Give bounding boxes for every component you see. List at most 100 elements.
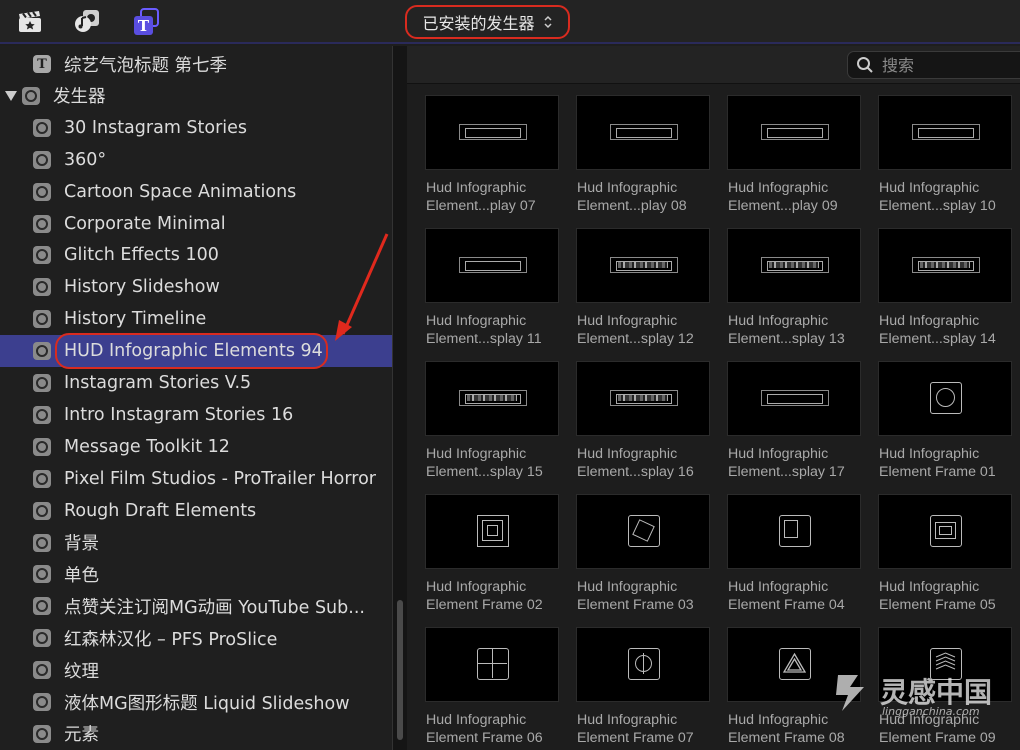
- generator-tile[interactable]: Hud Infographic Element Frame 04: [727, 494, 861, 620]
- generator-tile[interactable]: Hud Infographic Element...play 07: [425, 95, 559, 221]
- sidebar-item-label: 点赞关注订阅MG动画 YouTube Sub...: [64, 597, 365, 618]
- music-photo-icon[interactable]: [74, 8, 102, 36]
- generator-tile[interactable]: Hud Infographic Element...splay 13: [727, 228, 861, 354]
- sidebar-item[interactable]: Pixel Film Studios - ProTrailer Horror: [0, 463, 392, 495]
- tile-title-line2: Element Frame 09: [879, 730, 996, 746]
- sidebar-item[interactable]: Instagram Stories V.5: [0, 367, 392, 399]
- sidebar-scrollbar[interactable]: [397, 600, 403, 740]
- generator-thumbnail[interactable]: [878, 228, 1012, 303]
- clapper-icon[interactable]: [16, 8, 44, 36]
- tile-title-line2: Element...play 07: [426, 198, 536, 214]
- generator-icon: [33, 342, 51, 361]
- tile-title-line2: Element Frame 07: [577, 730, 694, 746]
- generator-tile[interactable]: Hud Infographic Element Frame 06: [425, 627, 559, 750]
- titles-generators-icon[interactable]: T: [132, 8, 160, 36]
- generator-tile[interactable]: Hud Infographic Element...splay 16: [576, 361, 710, 487]
- sidebar-item[interactable]: Message Toolkit 12: [0, 431, 392, 463]
- sidebar-item[interactable]: 发生器: [0, 80, 392, 112]
- generator-icon: [33, 629, 51, 648]
- sidebar-item[interactable]: 元素: [0, 718, 392, 750]
- generator-tile[interactable]: Hud Infographic Element Frame 07: [576, 627, 710, 750]
- tile-title-line1: Hud Infographic: [426, 313, 527, 329]
- sidebar-item[interactable]: 点赞关注订阅MG动画 YouTube Sub...: [0, 590, 392, 622]
- browser-grid: Hud InfographicElement...play 07Hud Info…: [407, 46, 1020, 750]
- generator-icon: [33, 437, 51, 456]
- generator-tile[interactable]: Hud Infographic Element...splay 11: [425, 228, 559, 354]
- sidebar-item[interactable]: Rough Draft Elements: [0, 495, 392, 527]
- generator-thumbnail[interactable]: [576, 627, 710, 702]
- library-selector-dropdown[interactable]: 已安装的发生器: [405, 5, 570, 39]
- generator-tile[interactable]: Hud Infographic Element Frame 02: [425, 494, 559, 620]
- tile-title-line2: Element Frame 02: [426, 597, 543, 613]
- generator-thumbnail[interactable]: [425, 228, 559, 303]
- generator-thumbnail[interactable]: [425, 627, 559, 702]
- generator-tile[interactable]: Hud Infographic Element Frame 01: [878, 361, 1012, 487]
- sidebar-item-label: Corporate Minimal: [64, 213, 226, 234]
- generator-thumbnail[interactable]: [425, 361, 559, 436]
- generator-icon: [33, 118, 51, 137]
- generator-icon: [33, 278, 51, 297]
- search-input[interactable]: [882, 55, 1002, 75]
- generator-thumbnail[interactable]: [576, 228, 710, 303]
- generator-thumbnail[interactable]: [878, 494, 1012, 569]
- sidebar-item[interactable]: Cartoon Space Animations: [0, 176, 392, 208]
- generator-thumbnail[interactable]: [727, 95, 861, 170]
- sidebar-item-label: Instagram Stories V.5: [64, 373, 252, 393]
- generator-thumbnail[interactable]: [576, 95, 710, 170]
- sidebar-item[interactable]: 背景: [0, 527, 392, 559]
- generator-tile[interactable]: Hud Infographic Element...play 08: [576, 95, 710, 221]
- sidebar-item[interactable]: T 综艺气泡标题 第七季: [0, 48, 392, 80]
- tile-title-line1: Hud Infographic: [426, 579, 527, 595]
- generator-tile[interactable]: Hud Infographic Element Frame 05: [878, 494, 1012, 620]
- tile-caption: Hud Infographic Element Frame 02: [426, 578, 543, 614]
- tile-caption: Hud Infographic Element...play 09: [728, 179, 838, 215]
- tile-caption: Hud Infographic Element...splay 12: [577, 312, 694, 348]
- generator-icon: [22, 86, 40, 105]
- tile-title-line1: Hud Infographic: [728, 579, 829, 595]
- generator-icon: [33, 533, 51, 552]
- tile-title-line1: Hud Infographic: [577, 712, 678, 728]
- generator-thumbnail[interactable]: [576, 361, 710, 436]
- tile-title-line2: Element Frame 04: [728, 597, 845, 613]
- sidebar-item-label: 液体MG图形标题 Liquid Slideshow: [64, 693, 350, 714]
- generator-thumbnail[interactable]: [425, 494, 559, 569]
- tile-title-line2: Element...play 08: [577, 198, 687, 214]
- generator-thumbnail[interactable]: [878, 361, 1012, 436]
- sidebar-item[interactable]: 液体MG图形标题 Liquid Slideshow: [0, 686, 392, 718]
- generator-thumbnail[interactable]: [727, 494, 861, 569]
- tile-title-line1: Hud Infographic: [728, 313, 829, 329]
- generator-tile[interactable]: Hud Infographic Element...splay 10: [878, 95, 1012, 221]
- sidebar-item[interactable]: 纹理: [0, 654, 392, 686]
- generator-thumbnail[interactable]: [727, 361, 861, 436]
- sidebar-item-label: 30 Instagram Stories: [64, 117, 248, 138]
- generator-tile[interactable]: Hud Infographic Element...splay 15: [425, 361, 559, 487]
- search-field[interactable]: [847, 51, 1020, 79]
- generator-thumbnail[interactable]: [425, 95, 559, 170]
- sidebar-item[interactable]: 30 Instagram Stories: [0, 112, 392, 144]
- sidebar-item-label: 背景: [64, 534, 99, 554]
- sidebar-item-label: HUD Infographic Elements 94: [64, 341, 323, 362]
- generator-tile[interactable]: Hud Infographic Element...splay 12: [576, 228, 710, 354]
- generator-tile[interactable]: Hud Infographic Element...splay 17: [727, 361, 861, 487]
- browser-toolbar: T 已安装的发生器: [0, 0, 1020, 44]
- tile-title-line2: Element...splay 12: [577, 331, 694, 347]
- sidebar-item[interactable]: 360°: [0, 144, 392, 176]
- sidebar-item-label: 纹理: [64, 661, 99, 682]
- generator-thumbnail[interactable]: [878, 95, 1012, 170]
- generator-tile[interactable]: Hud Infographic Element...play 09: [727, 95, 861, 221]
- sidebar-item[interactable]: Intro Instagram Stories 16: [0, 399, 392, 431]
- generator-icon: [33, 405, 51, 424]
- watermark-icon: [836, 675, 864, 711]
- generator-icon: [33, 374, 51, 392]
- disclosure-triangle-icon[interactable]: [5, 90, 17, 101]
- sidebar-item[interactable]: 红森林汉化 – PFS ProSlice: [0, 622, 392, 654]
- tile-title-line2: Element...splay 16: [577, 464, 694, 480]
- tile-title-line1: Hud Infographic: [728, 712, 829, 728]
- generator-thumbnail[interactable]: [727, 228, 861, 303]
- tile-title-line2: Element Frame 03: [577, 597, 694, 613]
- tile-title-line2: Element...splay 11: [426, 331, 542, 347]
- generator-tile[interactable]: Hud Infographic Element...splay 14: [878, 228, 1012, 354]
- generator-thumbnail[interactable]: [576, 494, 710, 569]
- generator-tile[interactable]: Hud Infographic Element Frame 03: [576, 494, 710, 620]
- sidebar-item[interactable]: 单色: [0, 558, 392, 590]
